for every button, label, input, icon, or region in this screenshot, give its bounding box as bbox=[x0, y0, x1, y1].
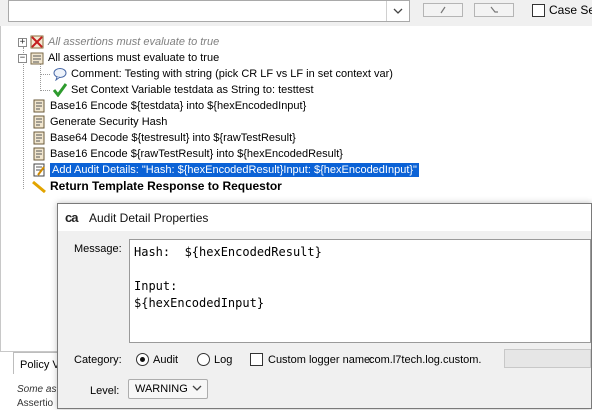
all-assertions-icon bbox=[30, 51, 44, 65]
policy-message-text: Some as bbox=[17, 384, 57, 395]
audit-details-icon bbox=[32, 163, 46, 177]
assertion-scroll-icon bbox=[32, 131, 46, 145]
checkmark-icon bbox=[53, 83, 67, 97]
message-textarea[interactable]: Hash: ${hexEncodedResult} Input: ${hexEn… bbox=[129, 239, 591, 343]
tab-policy-validation[interactable]: Policy Va bbox=[13, 352, 63, 374]
message-line: Input: bbox=[134, 279, 178, 293]
tree-item-label: Add Audit Details: "Hash: ${hexEncodedRe… bbox=[50, 163, 419, 177]
find-previous-button[interactable] bbox=[423, 3, 463, 17]
policy-message-text: Assertio bbox=[17, 398, 54, 409]
collapse-icon[interactable]: − bbox=[18, 53, 27, 63]
audit-detail-properties-dialog: ca Audit Detail Properties Message: Hash… bbox=[57, 203, 592, 409]
level-select[interactable]: WARNING bbox=[128, 379, 208, 399]
tree-item-label: Base64 Decode ${testresult} into ${rawTe… bbox=[50, 132, 296, 144]
custom-logger-prefix: com.l7tech.log.custom. bbox=[369, 354, 482, 366]
level-label: Level: bbox=[90, 385, 120, 397]
tree-item-disabled-all-assertions[interactable]: + All assertions must evaluate to true bbox=[18, 34, 219, 50]
assertion-scroll-icon bbox=[32, 147, 46, 161]
tree-item-label: Set Context Variable testdata as String … bbox=[71, 84, 314, 96]
expand-icon[interactable]: + bbox=[18, 37, 27, 47]
dialog-title: Audit Detail Properties bbox=[89, 211, 209, 225]
tree-item-all-assertions[interactable]: − All assertions must evaluate to true bbox=[18, 50, 219, 66]
message-line: Hash: ${hexEncodedResult} bbox=[134, 245, 322, 259]
category-label: Category: bbox=[74, 354, 122, 366]
case-sensitive-label: Case Sen bbox=[549, 3, 592, 17]
audit-radio-label: Audit bbox=[153, 354, 179, 366]
find-next-button[interactable] bbox=[474, 3, 514, 17]
tree-item-label: Base16 Encode ${testdata} into ${hexEnco… bbox=[50, 100, 307, 112]
message-line bbox=[134, 261, 586, 278]
ca-logo: ca bbox=[65, 210, 79, 225]
all-assertions-disabled-icon bbox=[30, 35, 44, 49]
custom-logger-checkbox[interactable] bbox=[250, 353, 263, 366]
tree-item-label: All assertions must evaluate to true bbox=[48, 52, 220, 64]
tree-item-set-context-variable[interactable]: Set Context Variable testdata as String … bbox=[53, 82, 314, 98]
tree-item-label: Return Template Response to Requestor bbox=[50, 179, 282, 193]
tree-item-base16-encode-result[interactable]: Base16 Encode ${rawTestResult} into ${he… bbox=[32, 146, 343, 162]
assertion-scroll-icon bbox=[32, 99, 46, 113]
tree-item-label: Comment: Testing with string (pick CR LF… bbox=[71, 68, 393, 80]
message-line: ${hexEncodedInput} bbox=[134, 296, 265, 310]
tree-item-return-template[interactable]: Return Template Response to Requestor bbox=[32, 178, 282, 194]
custom-logger-input[interactable] bbox=[504, 349, 591, 368]
chevron-down-icon bbox=[192, 383, 202, 396]
tree-item-label: Base16 Encode ${rawTestResult} into ${he… bbox=[50, 148, 343, 160]
tree-item-base64-decode[interactable]: Base64 Decode ${testresult} into ${rawTe… bbox=[32, 130, 296, 146]
assertion-scroll-icon bbox=[32, 115, 46, 129]
search-toolbar: Case Sen bbox=[0, 0, 592, 27]
chevron-down-icon[interactable] bbox=[386, 1, 409, 21]
tree-item-comment[interactable]: Comment: Testing with string (pick CR LF… bbox=[53, 66, 393, 82]
return-template-icon bbox=[32, 179, 46, 193]
tree-item-generate-security-hash[interactable]: Generate Security Hash bbox=[32, 114, 167, 130]
comment-icon bbox=[53, 67, 67, 81]
case-sensitive-checkbox[interactable] bbox=[532, 4, 545, 17]
log-radio[interactable] bbox=[197, 353, 210, 366]
custom-logger-label: Custom logger name: bbox=[268, 354, 374, 366]
tree-item-label: Generate Security Hash bbox=[50, 116, 168, 128]
tree-item-base16-encode-input[interactable]: Base16 Encode ${testdata} into ${hexEnco… bbox=[32, 98, 306, 114]
dialog-body: Message: Hash: ${hexEncodedResult} Input… bbox=[58, 231, 591, 408]
tree-item-add-audit-details[interactable]: Add Audit Details: "Hash: ${hexEncodedRe… bbox=[32, 162, 419, 178]
level-value: WARNING bbox=[135, 383, 188, 395]
audit-radio[interactable] bbox=[136, 353, 149, 366]
log-radio-label: Log bbox=[214, 354, 233, 366]
tree-item-label: All assertions must evaluate to true bbox=[48, 36, 220, 48]
dialog-titlebar[interactable]: ca Audit Detail Properties bbox=[58, 204, 591, 231]
search-combo[interactable] bbox=[8, 0, 410, 22]
message-label: Message: bbox=[74, 243, 122, 255]
